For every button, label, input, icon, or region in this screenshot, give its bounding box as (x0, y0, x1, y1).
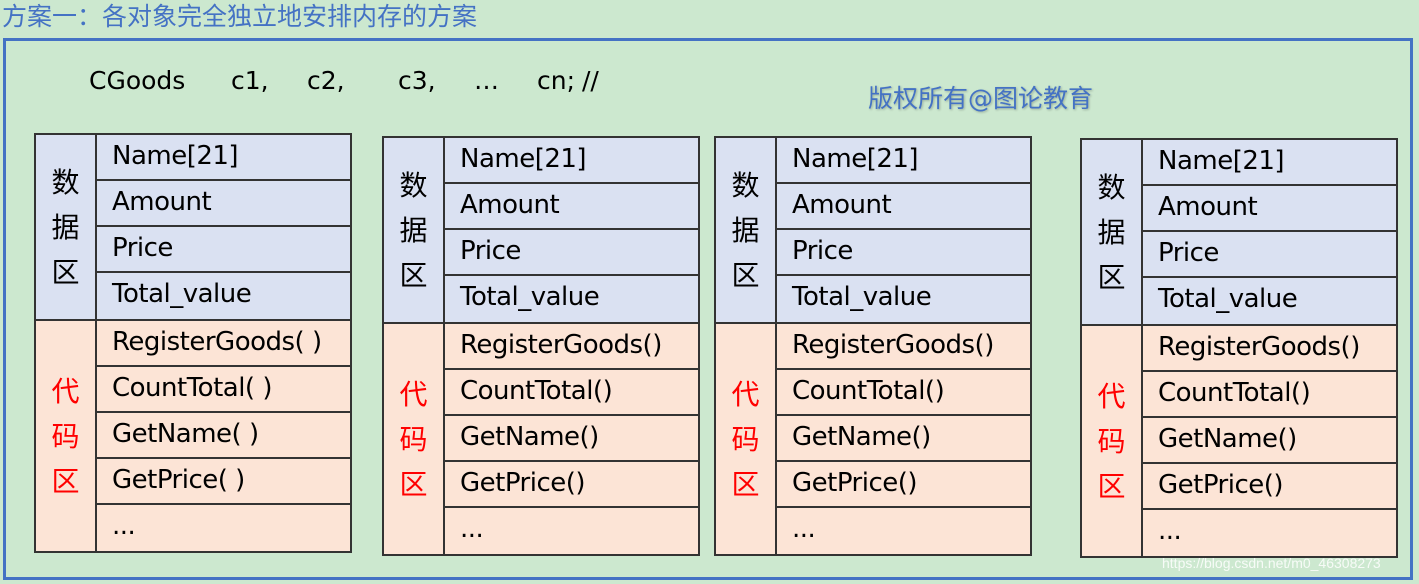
data-area-label-char: 数 (399, 168, 428, 202)
code-area-label: 代码区 (384, 324, 445, 554)
data-area-label: 数据区 (716, 138, 777, 322)
code-method-cell: RegisterGoods() (777, 324, 1030, 370)
code-method-cell: RegisterGoods( ) (97, 321, 350, 367)
code-method-cell: ... (460, 514, 484, 544)
code-area-label-char: 码 (399, 422, 428, 456)
code-method-cell: RegisterGoods() (445, 324, 698, 370)
object-memory-block: 数据区 Name[21] Amount Price Total_value 代码区 Regi… (34, 133, 352, 553)
code-area-label-char: 区 (399, 467, 428, 501)
code-method-cell: GetName() (777, 416, 1030, 462)
object-name: c3, (398, 66, 436, 95)
code-area: 代码区 RegisterGoods( ) CountTotal( ) GetName(… (36, 321, 350, 551)
data-area-label: 数据区 (36, 135, 97, 319)
code-area: 代码区 RegisterGoods() CountTotal() GetName() G… (384, 324, 698, 554)
object-memory-block: 数据区 Name[21] Amount Price Total_value 代码区 Regi… (382, 136, 700, 556)
code-area-label-char: 代 (731, 377, 760, 411)
data-field-cell: Total_value (112, 279, 252, 309)
code-method-cell: RegisterGoods() (1143, 326, 1396, 372)
data-area-label-char: 区 (1097, 260, 1126, 294)
data-field-cell: Price (777, 230, 1030, 276)
data-area-label-char: 据 (731, 213, 760, 247)
code-method-cell: GetName() (445, 416, 698, 462)
code-method-cell: CountTotal() (777, 370, 1030, 416)
code-area-label-char: 码 (1097, 424, 1126, 458)
data-area-label-char: 区 (399, 258, 428, 292)
code-method-cell: ... (1158, 516, 1182, 546)
data-field-cell: Total_value (1158, 284, 1298, 314)
code-area-label-char: 代 (1097, 379, 1126, 413)
data-field-cell: Price (445, 230, 698, 276)
code-method-cell: ... (792, 514, 816, 544)
data-field-cell: Amount (445, 184, 698, 230)
data-field-cell: Amount (777, 184, 1030, 230)
data-field-cell: Name[21] (1143, 140, 1396, 186)
ellipsis: … (474, 66, 499, 95)
code-method-cell: GetName( ) (97, 413, 350, 459)
data-field-cell: Name[21] (97, 135, 350, 181)
data-area: 数据区 Name[21] Amount Price Total_value (716, 138, 1030, 324)
copyright-notice: 版权所有@图论教育 (868, 84, 1094, 113)
diagram-title: 方案一：各对象完全独立地安排内存的方案 (2, 2, 478, 31)
code-area: 代码区 RegisterGoods() CountTotal() GetName() G… (716, 324, 1030, 554)
object-memory-block: 数据区 Name[21] Amount Price Total_value 代码区 Regi… (714, 136, 1032, 556)
data-field-cell: Total_value (792, 282, 932, 312)
object-name: c2, (307, 66, 345, 95)
data-area-label-char: 据 (51, 210, 80, 244)
data-field-cell: Name[21] (445, 138, 698, 184)
data-area: 数据区 Name[21] Amount Price Total_value (1082, 140, 1396, 326)
data-area: 数据区 Name[21] Amount Price Total_value (36, 135, 350, 321)
code-area-label-char: 码 (731, 422, 760, 456)
code-method-cell: CountTotal() (445, 370, 698, 416)
code-method-cell: GetPrice() (777, 462, 1030, 508)
data-field-cell: Amount (1143, 186, 1396, 232)
code-area-label-char: 区 (731, 467, 760, 501)
code-area-label: 代码区 (36, 321, 97, 551)
code-method-cell: GetPrice( ) (97, 459, 350, 505)
data-area-label-char: 据 (1097, 215, 1126, 249)
data-field-cell: Price (97, 227, 350, 273)
data-field-cell: Price (1143, 232, 1396, 278)
code-method-cell: CountTotal( ) (97, 367, 350, 413)
object-memory-block: 数据区 Name[21] Amount Price Total_value 代码区 Regi… (1080, 138, 1398, 558)
object-name: cn; (537, 66, 576, 95)
data-field-cell: Total_value (460, 282, 600, 312)
data-area-label: 数据区 (1082, 140, 1143, 324)
data-area-label-char: 数 (51, 165, 80, 199)
code-method-cell: CountTotal() (1143, 372, 1396, 418)
data-area: 数据区 Name[21] Amount Price Total_value (384, 138, 698, 324)
code-area-label-char: 代 (399, 377, 428, 411)
code-area-label: 代码区 (716, 324, 777, 554)
code-area: 代码区 RegisterGoods() CountTotal() GetName() G… (1082, 326, 1396, 556)
data-area-label-char: 区 (731, 258, 760, 292)
code-method-cell: ... (112, 511, 136, 541)
code-area-label-char: 区 (51, 464, 80, 498)
class-name: CGoods (89, 66, 186, 95)
data-field-cell: Name[21] (777, 138, 1030, 184)
code-area-label-char: 码 (51, 419, 80, 453)
code-method-cell: GetPrice() (1143, 464, 1396, 510)
data-area-label-char: 数 (1097, 170, 1126, 204)
data-field-cell: Amount (97, 181, 350, 227)
code-area-label-char: 代 (51, 374, 80, 408)
watermark: https://blog.csdn.net/m0_46308273 (1162, 555, 1381, 571)
data-area-label-char: 数 (731, 168, 760, 202)
code-method-cell: GetPrice() (445, 462, 698, 508)
code-area-label-char: 区 (1097, 469, 1126, 503)
data-area-label-char: 据 (399, 213, 428, 247)
object-name: c1, (231, 66, 269, 95)
data-area-label: 数据区 (384, 138, 445, 322)
comment-marker: // (582, 66, 599, 95)
code-method-cell: GetName() (1143, 418, 1396, 464)
code-area-label: 代码区 (1082, 326, 1143, 556)
data-area-label-char: 区 (51, 255, 80, 289)
